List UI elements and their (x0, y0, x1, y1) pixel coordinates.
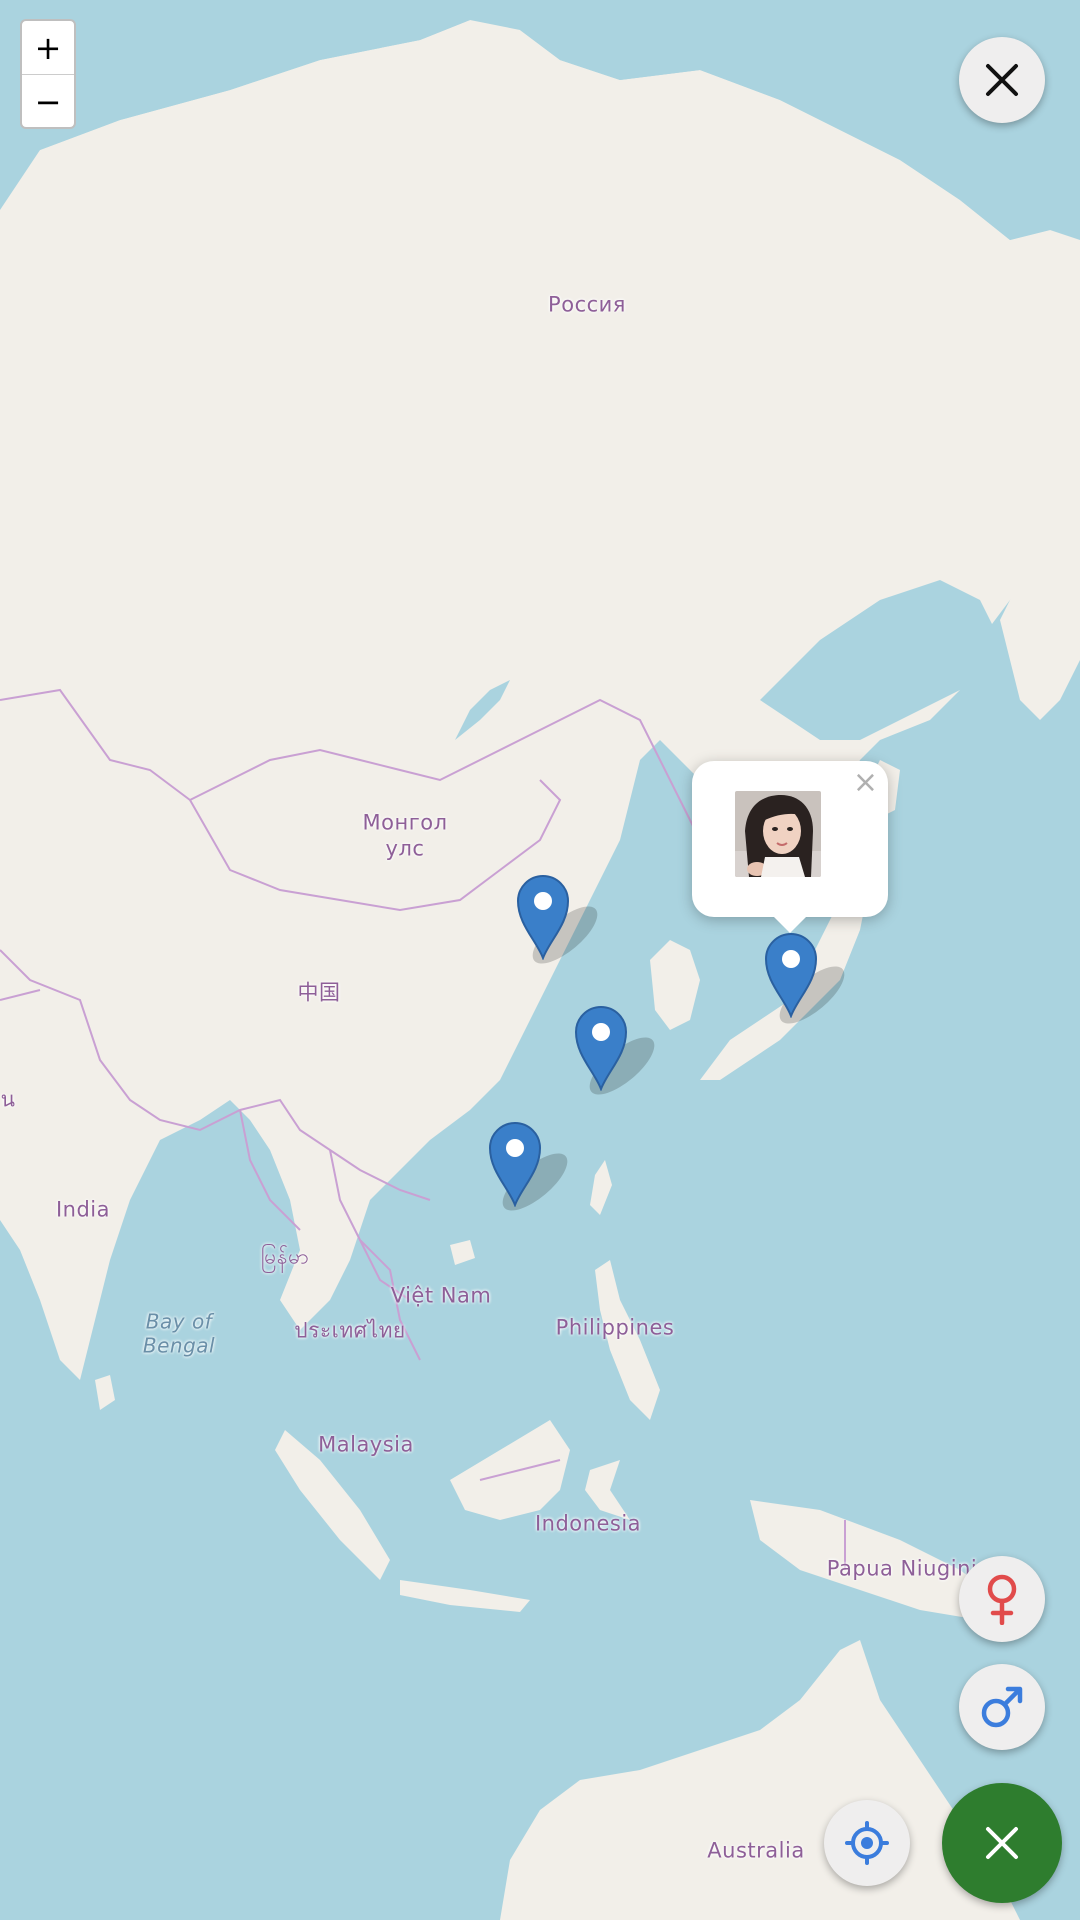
popup-tip (772, 915, 808, 933)
label-malaysia: Malaysia (318, 1432, 414, 1457)
label-papua-new-guinea: Papua Niugini (826, 1556, 978, 1581)
close-icon (986, 1827, 1018, 1859)
male-symbol-icon (981, 1686, 1023, 1728)
label-edge-fragment: น (0, 1087, 16, 1112)
map-canvas[interactable] (0, 0, 1080, 1920)
zoom-control: + − (20, 19, 76, 129)
locate-me-button[interactable] (824, 1800, 910, 1886)
label-russia: Россия (548, 292, 626, 317)
label-vietnam: Việt Nam (390, 1283, 492, 1308)
marker-guangzhou[interactable] (488, 1121, 542, 1207)
female-filter-button[interactable] (959, 1556, 1045, 1642)
popup-close-button[interactable]: × (853, 765, 878, 801)
marker-popup: × (692, 761, 888, 933)
close-icon (986, 64, 1018, 96)
label-australia: Australia (707, 1838, 805, 1863)
label-india: India (55, 1197, 111, 1222)
label-thailand: ประเทศไทย (294, 1318, 406, 1343)
label-mongolia-line1: Монгол (362, 810, 448, 835)
label-bay-of-bengal-line2: Bengal (142, 1333, 216, 1358)
primary-fab-close-button[interactable] (942, 1783, 1062, 1903)
label-myanmar: မြန်မာ (260, 1244, 310, 1269)
label-mongolia-line2: улс (385, 836, 425, 861)
zoom-in-button[interactable]: + (22, 21, 74, 74)
zoom-out-button[interactable]: − (22, 74, 74, 127)
close-map-button[interactable] (959, 37, 1045, 123)
user-avatar[interactable] (735, 791, 821, 877)
marker-beijing[interactable] (516, 874, 570, 960)
label-indonesia: Indonesia (534, 1511, 642, 1536)
label-bay-of-bengal-line1: Bay of (145, 1309, 213, 1334)
label-china: 中国 (297, 980, 341, 1005)
male-filter-button[interactable] (959, 1664, 1045, 1750)
locate-me-icon (845, 1821, 889, 1865)
marker-japan[interactable] (764, 932, 818, 1018)
label-philippines: Philippines (555, 1315, 675, 1340)
marker-shanghai[interactable] (574, 1005, 628, 1091)
female-symbol-icon (987, 1574, 1017, 1625)
